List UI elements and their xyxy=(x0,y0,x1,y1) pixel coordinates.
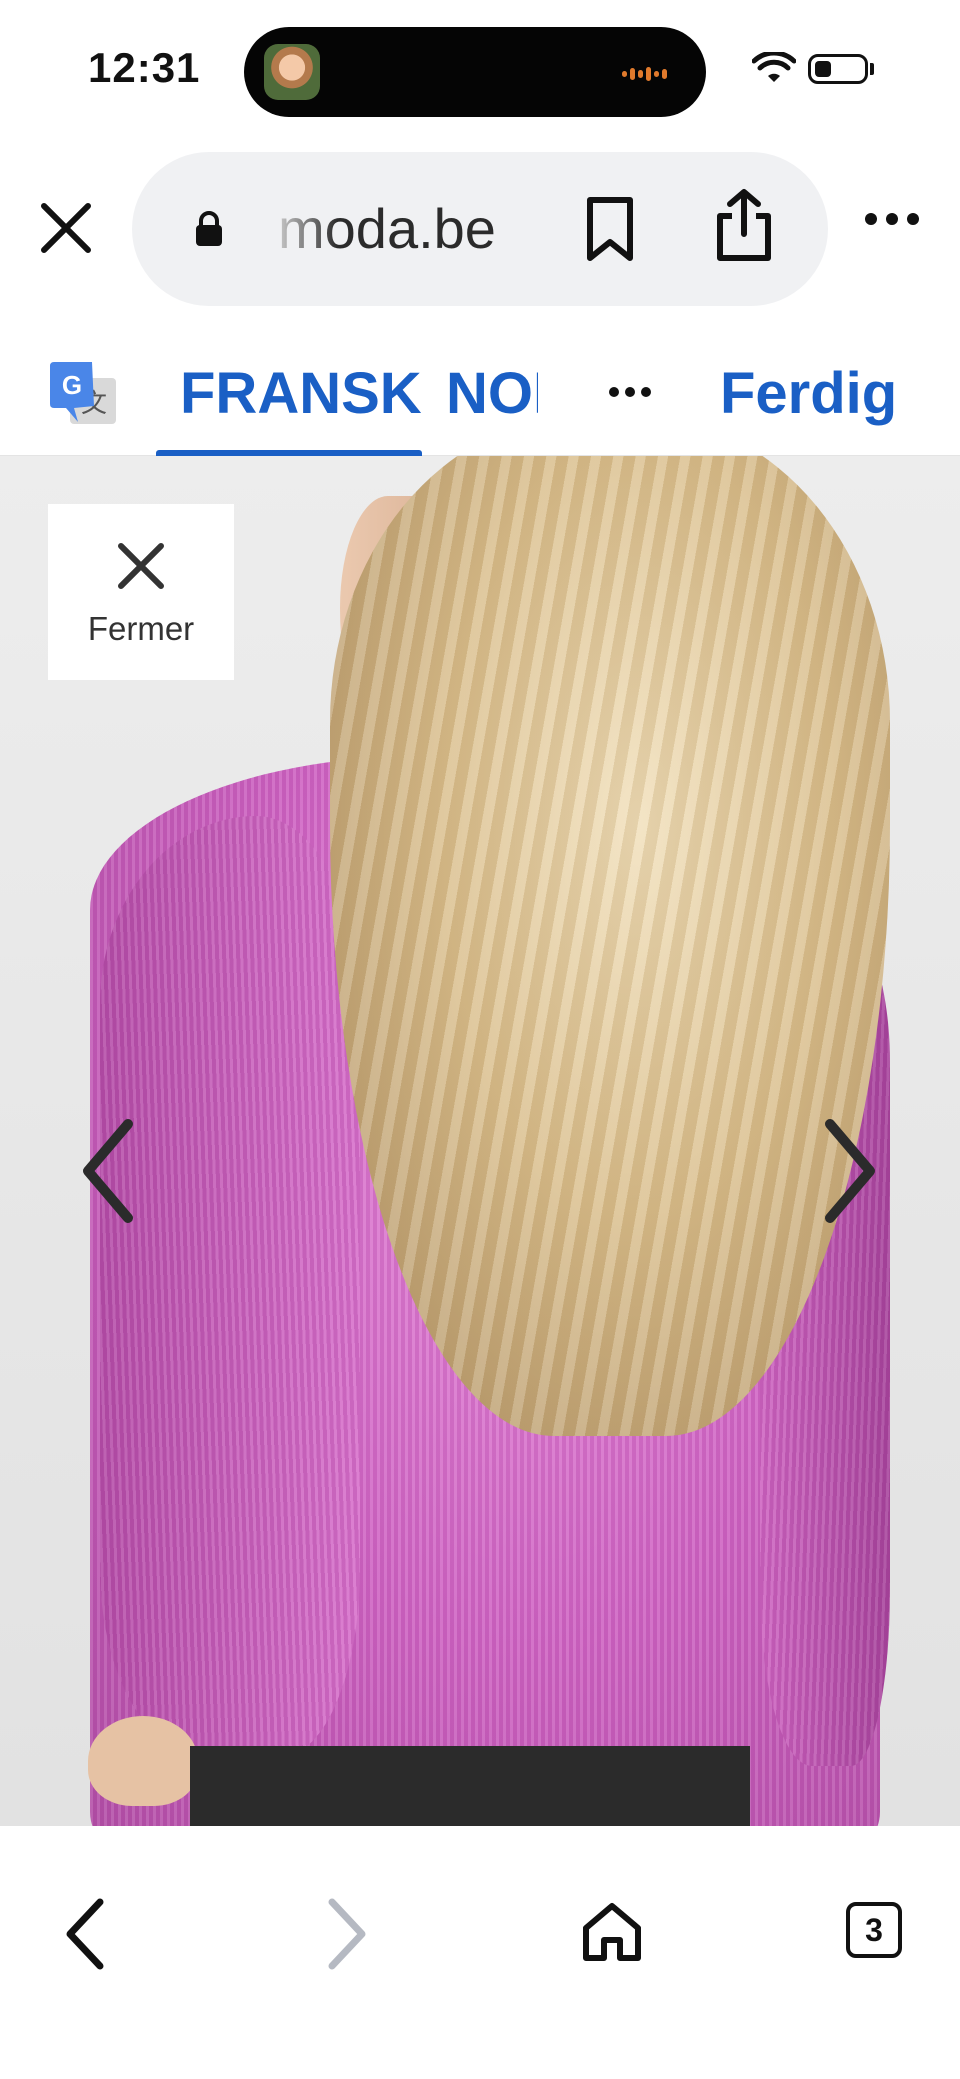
status-bar: 12:31 xyxy=(0,0,960,140)
bottom-toolbar: 3 xyxy=(0,1862,960,2079)
product-image-viewer[interactable]: Fermer xyxy=(0,456,960,1826)
home-icon[interactable] xyxy=(580,1900,644,1964)
address-bar[interactable]: moda.be xyxy=(132,152,828,306)
chevron-right-icon[interactable] xyxy=(820,1116,880,1226)
bookmark-icon[interactable] xyxy=(582,196,638,262)
status-time: 12:31 xyxy=(88,44,201,91)
close-icon[interactable] xyxy=(36,198,96,258)
close-icon xyxy=(118,543,164,589)
google-translate-icon: 文 G xyxy=(50,362,116,424)
more-icon[interactable] xyxy=(608,386,652,398)
close-viewer-label: Fermer xyxy=(87,610,195,647)
model-hair xyxy=(330,456,890,1436)
back-icon[interactable] xyxy=(60,1896,110,1972)
tab-count: 3 xyxy=(865,1912,883,1948)
battery-icon xyxy=(808,54,868,84)
more-icon[interactable] xyxy=(864,212,920,226)
dynamic-island[interactable] xyxy=(244,27,706,117)
share-icon[interactable] xyxy=(714,188,774,262)
svg-text:G: G xyxy=(62,370,82,400)
tab-target-language[interactable]: NORSK xyxy=(446,360,538,427)
live-activity-avatar xyxy=(264,44,320,100)
translate-bar: 文 G FRANSK NORSK Ferdig xyxy=(0,320,960,456)
browser-toolbar: moda.be xyxy=(0,140,960,320)
audio-wave-icon xyxy=(622,65,682,81)
url-text[interactable]: moda.be xyxy=(278,196,496,261)
done-button[interactable]: Ferdig xyxy=(720,360,897,427)
forward-icon[interactable] xyxy=(322,1896,372,1972)
chevron-left-icon[interactable] xyxy=(78,1116,138,1226)
wifi-icon xyxy=(752,52,796,82)
tab-source-language[interactable]: FRANSK xyxy=(180,360,422,427)
lock-icon xyxy=(196,211,222,246)
tabs-button[interactable]: 3 xyxy=(846,1902,902,1958)
close-viewer-button[interactable]: Fermer xyxy=(48,504,234,680)
